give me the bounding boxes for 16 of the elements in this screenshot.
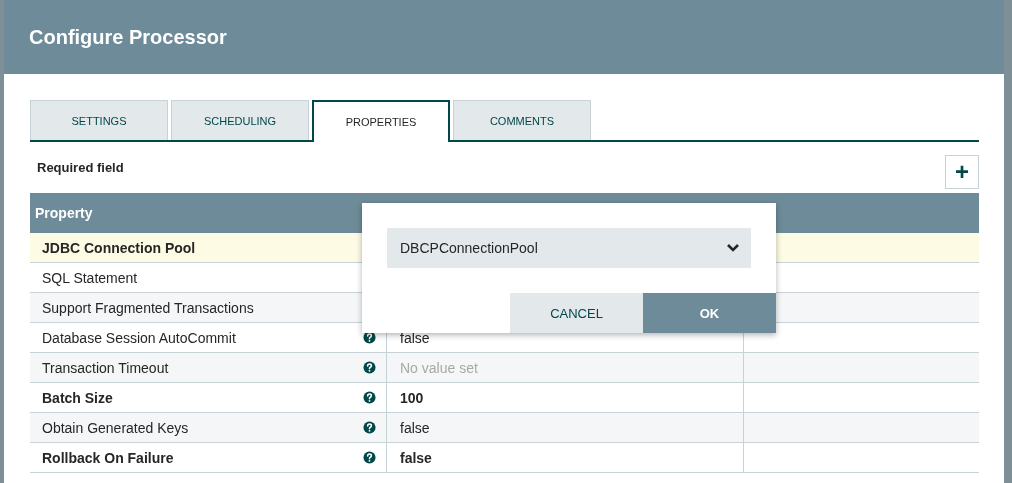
property-name: Database Session AutoCommit	[42, 329, 236, 346]
column-header: Property	[34, 205, 93, 221]
property-name: Obtain Generated Keys	[42, 419, 189, 436]
property-value: false	[400, 449, 432, 466]
property-name: Rollback On Failure	[42, 449, 174, 466]
required-field-label: Required field	[36, 160, 124, 175]
property-name: Support Fragmented Transactions	[42, 299, 254, 316]
property-name: SQL Statement	[42, 269, 138, 286]
property-value: 100	[400, 389, 424, 406]
dialog-title: Configure Processor	[29, 25, 227, 49]
property-value: false	[400, 419, 430, 436]
property-value: No value set	[400, 359, 478, 376]
property-name: Batch Size	[42, 389, 113, 406]
property-name: Transaction Timeout	[42, 359, 169, 376]
property-name: JDBC Connection Pool	[42, 239, 196, 256]
property-value: false	[400, 329, 430, 346]
